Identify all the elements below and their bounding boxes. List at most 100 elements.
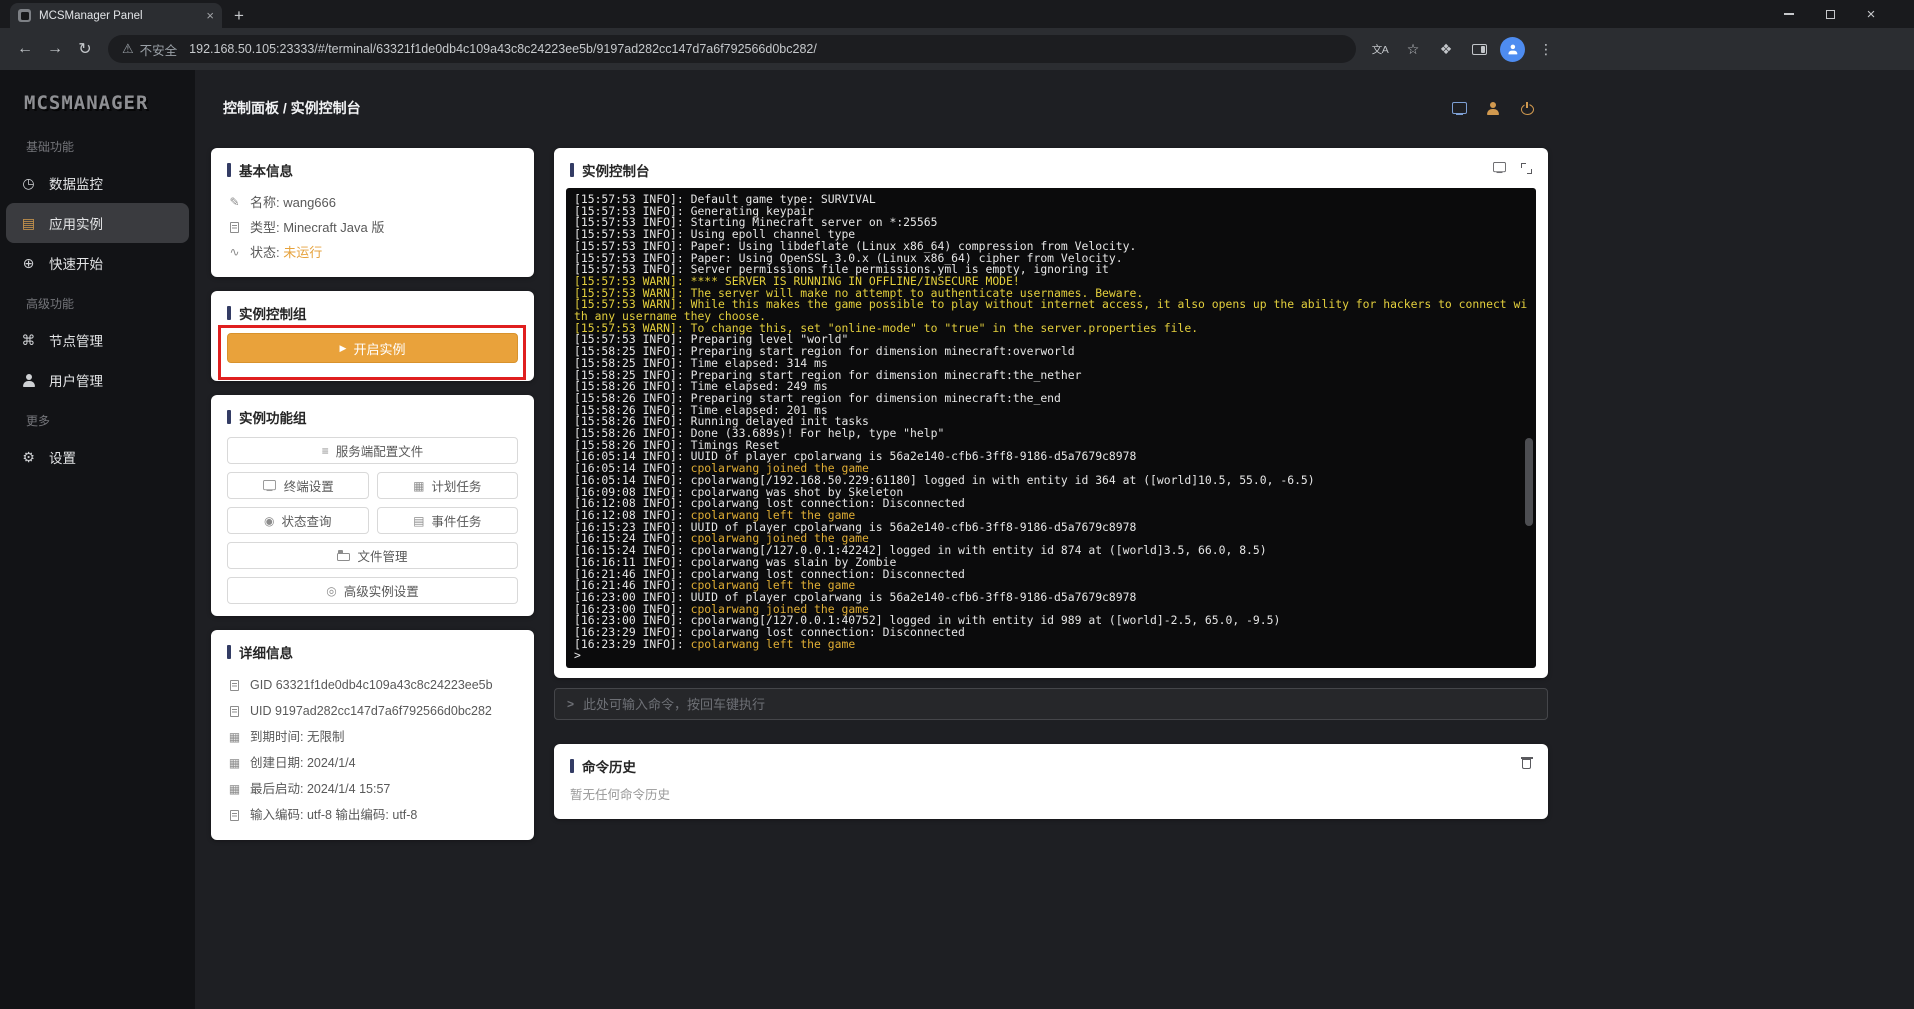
card-title-text: 基本信息 (239, 164, 293, 179)
not-secure-label: 不安全 (139, 43, 178, 58)
sidebar-item-user-manage[interactable]: 用户管理 (6, 360, 189, 400)
edit-pen-icon: ✎ (229, 195, 240, 209)
sidebar-item-node-manage[interactable]: ⌘ 节点管理 (6, 320, 189, 360)
translate-icon[interactable]: 文A (1368, 37, 1392, 61)
power-icon[interactable] (1518, 99, 1536, 117)
sidebar-item-label: 快速开始 (49, 257, 103, 272)
card-title: 实例控制组 (227, 303, 518, 323)
sidebar-item-label: 数据监控 (49, 177, 103, 192)
new-tab-button[interactable]: + (234, 7, 244, 24)
window-close-button[interactable]: × (1864, 6, 1878, 23)
display-icon[interactable] (1450, 99, 1468, 117)
uid-value: UID 9197ad282cc147d7a6f792566d0bc282 (250, 704, 492, 718)
address-bar[interactable]: ⚠ 不安全 192.168.50.105:23333/#/terminal/63… (108, 35, 1356, 63)
config-file-icon: ≡ (321, 443, 329, 458)
card-title: 详细信息 (227, 642, 518, 662)
browser-tab[interactable]: MCSManager Panel × (10, 3, 222, 28)
expire-row: ▦ 到期时间: 无限制 (227, 724, 518, 750)
card-title: 命令历史 (570, 756, 636, 776)
instance-type: 类型: Minecraft Java 版 (250, 220, 385, 235)
window-controls: × (1782, 0, 1878, 28)
event-tasks-button[interactable]: ▤ 事件任务 (376, 507, 518, 534)
command-input[interactable] (583, 696, 1535, 712)
terminal-line: [16:23:29 INFO]: cpolarwang left the gam… (574, 636, 856, 651)
main-area: 控制面板 / 实例控制台 基本信息 ✎ 名称: wang666 类型: Mine… (195, 70, 1914, 1009)
title-accent-bar (227, 410, 231, 424)
header-actions (1450, 99, 1536, 117)
file-manage-button[interactable]: 文件管理 (227, 542, 518, 569)
card-title: 实例控制台 (570, 160, 650, 180)
fullscreen-glyph (1521, 163, 1532, 174)
terminal-display-icon[interactable] (1492, 161, 1507, 179)
status-badge: 未运行 (283, 245, 323, 260)
button-label: 终端设置 (283, 480, 334, 494)
play-icon: ▶ (339, 342, 347, 353)
file-icon (227, 809, 242, 821)
back-button[interactable]: ← (10, 34, 40, 64)
terminal-output[interactable]: [15:57:53 INFO]: Default game type: SURV… (566, 188, 1536, 668)
sidebar-section-basic: 基础功能 (26, 140, 75, 154)
settings-gear-icon: ⚙ (22, 448, 35, 465)
terminal-icon (262, 479, 277, 492)
console-card: 实例控制台 [15:57:53 INFO]: Default game type… (554, 148, 1548, 678)
calendar-icon: ▦ (413, 478, 425, 493)
card-title-text: 实例功能组 (239, 411, 307, 426)
extensions-icon[interactable]: ❖ (1434, 37, 1458, 61)
folder-icon (337, 550, 351, 561)
left-column: 基本信息 ✎ 名称: wang666 类型: Minecraft Java 版 (211, 148, 534, 840)
sidebar-item-settings[interactable]: ⚙ 设置 (6, 437, 189, 477)
file-glyph (230, 809, 239, 821)
window-maximize-button[interactable] (1823, 7, 1837, 21)
sidebar-item-app-instances[interactable]: ▤ 应用实例 (6, 203, 189, 243)
terminal-settings-button[interactable]: 终端设置 (227, 472, 369, 499)
console-header: 实例控制台 (570, 160, 1532, 180)
status-query-button[interactable]: ◉ 状态查询 (227, 507, 369, 534)
created-row: ▦ 创建日期: 2024/1/4 (227, 750, 518, 776)
gid-row: GID 63321f1de0db4c109a43c8c24223ee5b (227, 672, 518, 698)
terminal-line: [15:57:53 WARN]: While this makes the ga… (574, 297, 1528, 324)
browser-menu-icon[interactable]: ⋮ (1534, 37, 1558, 61)
reload-button[interactable]: ↻ (70, 34, 100, 64)
profile-avatar[interactable] (1500, 36, 1525, 62)
not-secure-warning-icon[interactable]: ⚠ (122, 41, 134, 57)
sidebar-item-data-monitor[interactable]: ◷ 数据监控 (6, 163, 189, 203)
file-glyph (230, 222, 239, 233)
url-text: 192.168.50.105:23333/#/terminal/63321f1d… (189, 42, 817, 56)
start-instance-button[interactable]: ▶ 开启实例 (227, 333, 518, 363)
monitor-glyph (1493, 161, 1506, 174)
browser-window: MCSManager Panel × + × ← → ↻ ⚠ 不安全 192.1… (0, 0, 1914, 1009)
side-panel-icon[interactable] (1467, 37, 1491, 61)
calendar-icon: ▦ (228, 730, 241, 744)
trash-icon[interactable] (1520, 756, 1533, 774)
tab-close-icon[interactable]: × (206, 9, 214, 22)
sidebar-item-quick-start[interactable]: ⊕ 快速开始 (6, 243, 189, 283)
history-empty-text: 暂无任何命令历史 (570, 788, 671, 802)
file-icon (227, 705, 242, 717)
encoding-row: 输入编码: utf-8 输出编码: utf-8 (227, 802, 518, 828)
file-glyph (230, 679, 239, 691)
right-column: 实例控制台 [15:57:53 INFO]: Default game type… (554, 148, 1548, 819)
translate-glyph: 文A (1371, 43, 1389, 56)
content-container: 控制面板 / 实例控制台 基本信息 ✎ 名称: wang666 类型: Mine… (211, 70, 1548, 840)
app-logo: MCSMANAGER (24, 92, 149, 114)
encoding-value: 输入编码: utf-8 输出编码: utf-8 (250, 808, 418, 822)
status-label: 状态: 未运行 (250, 240, 322, 265)
power-glyph (1520, 102, 1534, 115)
minimize-icon (1784, 13, 1794, 15)
prompt-chevron-icon: > (567, 697, 575, 711)
bookmark-star-icon[interactable]: ☆ (1401, 37, 1425, 61)
sidebar-section-advanced: 高级功能 (26, 297, 75, 311)
forward-button[interactable]: → (40, 34, 70, 64)
instance-name: 名称: wang666 (250, 195, 336, 210)
fullscreen-icon[interactable] (1521, 161, 1532, 179)
user-icon[interactable] (1484, 99, 1502, 117)
status-label-text: 状态: (250, 245, 284, 260)
config-file-button[interactable]: ≡ 服务端配置文件 (227, 437, 518, 464)
sidebar-section-more: 更多 (26, 414, 51, 428)
instance-type-row: 类型: Minecraft Java 版 (227, 215, 518, 240)
terminal-scrollbar[interactable] (1525, 438, 1533, 526)
schedule-tasks-button[interactable]: ▦ 计划任务 (376, 472, 518, 499)
window-minimize-button[interactable] (1782, 7, 1796, 21)
advanced-settings-button[interactable]: ◎ 高级实例设置 (227, 577, 518, 604)
command-input-row: > (554, 688, 1548, 720)
